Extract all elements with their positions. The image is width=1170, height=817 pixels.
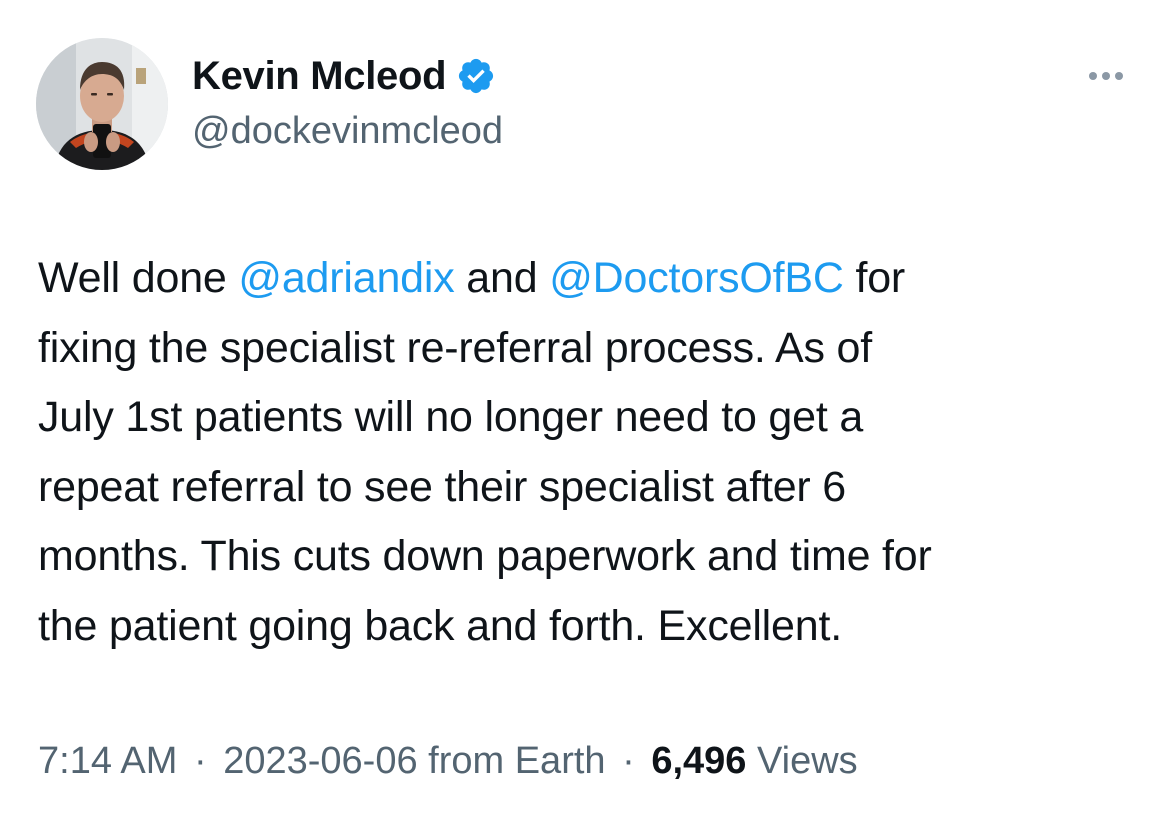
avatar[interactable] bbox=[36, 38, 168, 170]
tweet-text-line: months. This cuts down paperwork and tim… bbox=[38, 522, 1138, 592]
meta-separator: · bbox=[193, 740, 207, 782]
tweet-time[interactable]: 7:14 AM bbox=[38, 740, 177, 782]
tweet-text-line: the patient going back and forth. Excell… bbox=[38, 592, 1138, 662]
views-count[interactable]: 6,496 bbox=[651, 740, 746, 782]
tweet-text-segment: fixing the specialist re-referral proces… bbox=[38, 323, 873, 372]
author-name-row: Kevin Mcleod bbox=[192, 52, 496, 100]
tweet-text-segment: repeat referral to see their specialist … bbox=[38, 462, 846, 511]
tweet-text-segment: the patient going back and forth. Excell… bbox=[38, 601, 842, 650]
tweet-text-line: Well done @adriandix and @DoctorsOfBC fo… bbox=[38, 244, 1138, 314]
tweet-text-segment: July 1st patients will no longer need to… bbox=[38, 393, 864, 441]
verified-badge-icon[interactable] bbox=[456, 56, 496, 96]
tweet-text-segment: Well done bbox=[38, 254, 239, 302]
more-options-button[interactable] bbox=[1082, 58, 1130, 94]
tweet-source: from Earth bbox=[428, 740, 606, 782]
tweet-text-segment: and bbox=[454, 254, 550, 302]
tweet-text: Well done @adriandix and @DoctorsOfBC fo… bbox=[38, 244, 1138, 661]
tweet-date[interactable]: 2023-06-06 bbox=[223, 740, 417, 782]
tweet-text-line: repeat referral to see their specialist … bbox=[38, 453, 1138, 523]
tweet-text-line: fixing the specialist re-referral proces… bbox=[38, 314, 1138, 384]
tweet-text-line: July 1st patients will no longer need to… bbox=[38, 383, 1138, 453]
tweet-text-segment: months. This cuts down paperwork and tim… bbox=[38, 532, 932, 580]
avatar-photo bbox=[36, 38, 168, 170]
tweet-card: Kevin Mcleod @dockevinmcleod Well done @… bbox=[0, 0, 1170, 817]
views-label: Views bbox=[756, 740, 858, 782]
author-handle[interactable]: @dockevinmcleod bbox=[192, 110, 503, 153]
tweet-meta: 7:14 AM · 2023-06-06 from Earth · 6,496 … bbox=[38, 740, 858, 783]
tweet-text-segment: for bbox=[843, 254, 906, 302]
author-display-name[interactable]: Kevin Mcleod bbox=[192, 54, 447, 99]
meta-separator-2: · bbox=[622, 740, 635, 782]
mention-link[interactable]: @DoctorsOfBC bbox=[549, 254, 844, 302]
mention-link[interactable]: @adriandix bbox=[238, 254, 454, 302]
more-horizontal-icon bbox=[1089, 72, 1123, 80]
